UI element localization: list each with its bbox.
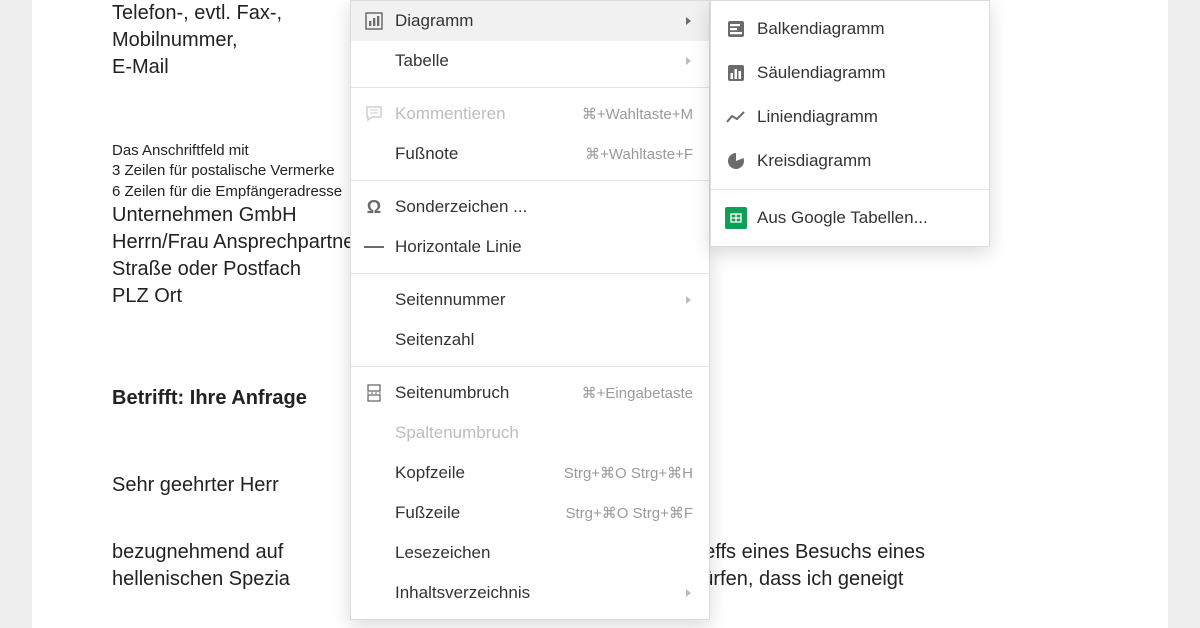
- menu-label: Seitenumbruch: [395, 383, 570, 403]
- comment-icon: [363, 103, 385, 125]
- omega-icon: Ω: [363, 196, 385, 218]
- menu-label: Inhaltsverzeichnis: [395, 583, 673, 603]
- menu-item-tabelle[interactable]: Tabelle: [351, 41, 709, 81]
- menu-item-fussnote[interactable]: Fußnote ⌘+Wahltaste+F: [351, 134, 709, 174]
- page-break-icon: [363, 382, 385, 404]
- menu-label: Seitennummer: [395, 290, 673, 310]
- menu-item-kommentieren: Kommentieren ⌘+Wahltaste+M: [351, 94, 709, 134]
- horizontal-line-icon: [363, 236, 385, 258]
- insert-menu: Diagramm Tabelle Kommentieren ⌘+Wahltast…: [350, 0, 710, 620]
- menu-item-seitennummer[interactable]: Seitennummer: [351, 280, 709, 320]
- menu-separator: [351, 87, 709, 88]
- blank-icon: [363, 422, 385, 444]
- blank-icon: [363, 329, 385, 351]
- menu-label: Kreisdiagramm: [757, 151, 969, 171]
- menu-label: Liniendiagramm: [757, 107, 969, 127]
- menu-item-diagramm[interactable]: Diagramm: [351, 1, 709, 41]
- menu-item-inhaltsverzeichnis[interactable]: Inhaltsverzeichnis: [351, 573, 709, 613]
- blank-icon: [363, 582, 385, 604]
- menu-item-seitenumbruch[interactable]: Seitenumbruch ⌘+Eingabetaste: [351, 373, 709, 413]
- bar-chart-horizontal-icon: [725, 18, 747, 40]
- menu-label: Lesezeichen: [395, 543, 693, 563]
- menu-label: Spaltenumbruch: [395, 423, 693, 443]
- menu-label: Fußzeile: [395, 503, 553, 523]
- menu-item-sonderzeichen[interactable]: Ω Sonderzeichen ...: [351, 187, 709, 227]
- submenu-arrow-icon: [685, 588, 693, 598]
- menu-separator: [351, 366, 709, 367]
- menu-label: Aus Google Tabellen...: [757, 208, 969, 228]
- menu-label: Tabelle: [395, 51, 673, 71]
- menu-label: Säulendiagramm: [757, 63, 969, 83]
- submenu-item-liniendiagramm[interactable]: Liniendiagramm: [711, 95, 989, 139]
- blank-icon: [363, 542, 385, 564]
- submenu-item-google-tabellen[interactable]: Aus Google Tabellen...: [711, 196, 989, 240]
- diagramm-submenu: Balkendiagramm Säulendiagramm Liniendiag…: [710, 0, 990, 247]
- menu-label: Balkendiagramm: [757, 19, 969, 39]
- column-chart-icon: [725, 62, 747, 84]
- menu-item-kopfzeile[interactable]: Kopfzeile Strg+⌘O Strg+⌘H: [351, 453, 709, 493]
- line-chart-icon: [725, 106, 747, 128]
- menu-shortcut: Strg+⌘O Strg+⌘F: [565, 504, 693, 522]
- blank-icon: [363, 143, 385, 165]
- menu-shortcut: Strg+⌘O Strg+⌘H: [564, 464, 693, 482]
- menu-item-lesezeichen[interactable]: Lesezeichen: [351, 533, 709, 573]
- menu-separator: [351, 180, 709, 181]
- menu-item-horizontale-linie[interactable]: Horizontale Linie: [351, 227, 709, 267]
- menu-label: Seitenzahl: [395, 330, 693, 350]
- blank-icon: [363, 502, 385, 524]
- menu-item-spaltenumbruch: Spaltenumbruch: [351, 413, 709, 453]
- blank-icon: [363, 289, 385, 311]
- menu-label: Horizontale Linie: [395, 237, 693, 257]
- blank-icon: [363, 50, 385, 72]
- chart-icon: [363, 10, 385, 32]
- menu-label: Fußnote: [395, 144, 573, 164]
- menu-label: Kommentieren: [395, 104, 570, 124]
- submenu-item-kreisdiagramm[interactable]: Kreisdiagramm: [711, 139, 989, 183]
- menu-separator: [351, 273, 709, 274]
- pie-chart-icon: [725, 150, 747, 172]
- submenu-arrow-icon: [685, 16, 693, 26]
- menu-label: Diagramm: [395, 11, 673, 31]
- google-sheets-icon: [725, 207, 747, 229]
- blank-icon: [363, 462, 385, 484]
- submenu-item-balkendiagramm[interactable]: Balkendiagramm: [711, 7, 989, 51]
- menu-separator: [711, 189, 989, 190]
- menu-label: Sonderzeichen ...: [395, 197, 693, 217]
- menu-item-fusszeile[interactable]: Fußzeile Strg+⌘O Strg+⌘F: [351, 493, 709, 533]
- menu-shortcut: ⌘+Eingabetaste: [582, 384, 693, 402]
- menu-shortcut: ⌘+Wahltaste+M: [582, 105, 693, 123]
- menu-item-seitenzahl[interactable]: Seitenzahl: [351, 320, 709, 360]
- submenu-item-saeulendiagramm[interactable]: Säulendiagramm: [711, 51, 989, 95]
- menu-label: Kopfzeile: [395, 463, 552, 483]
- submenu-arrow-icon: [685, 56, 693, 66]
- menu-shortcut: ⌘+Wahltaste+F: [585, 145, 693, 163]
- submenu-arrow-icon: [685, 295, 693, 305]
